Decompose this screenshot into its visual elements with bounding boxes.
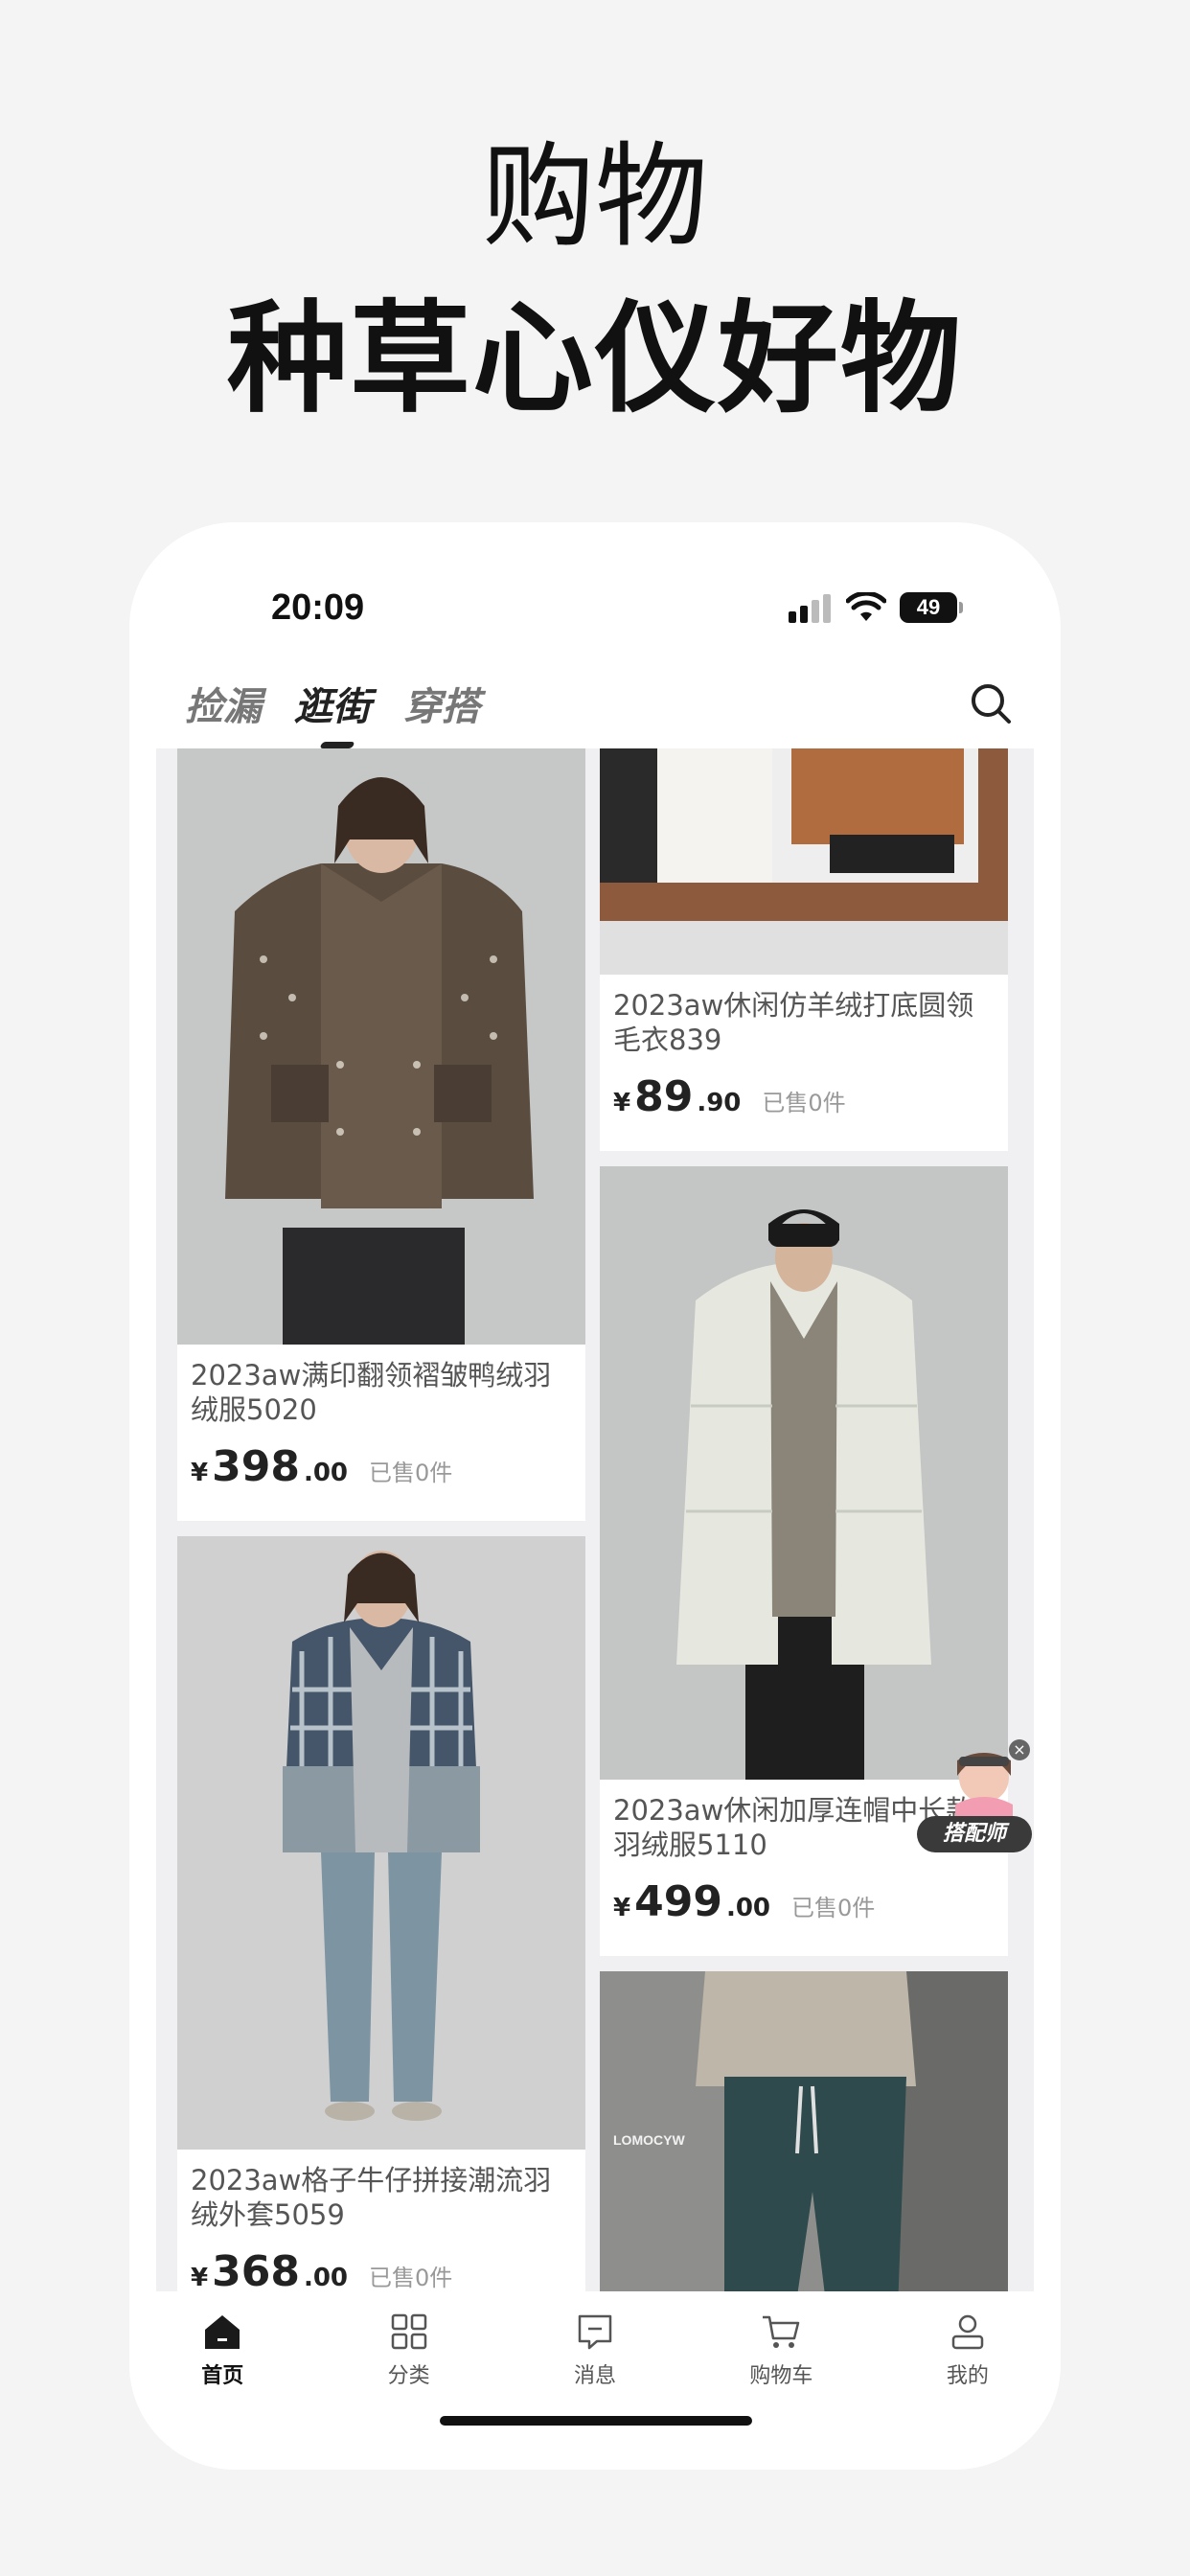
- currency-symbol: ¥: [191, 1459, 209, 1487]
- price-integer: 499: [634, 1877, 722, 1926]
- product-image: [600, 1166, 1008, 1780]
- currency-symbol: ¥: [191, 2264, 209, 2291]
- nav-home[interactable]: 首页: [129, 2291, 315, 2416]
- price-decimal: .90: [697, 1089, 742, 1117]
- grid-icon: [391, 2313, 426, 2350]
- product-card[interactable]: 2023aw满印翻领褶皱鸭绒羽绒服5020 ¥ 398 .00 已售0件: [177, 748, 585, 1521]
- message-icon: [578, 2314, 612, 2350]
- currency-symbol: ¥: [613, 1089, 631, 1117]
- nav-cart-label: 购物车: [749, 2364, 813, 2388]
- phone-screen: 20:09 49 捡漏 逛街 穿搭 2023aw满印翻领褶皱鸭绒羽绒服5020 …: [129, 522, 1061, 2470]
- stylist-badge[interactable]: × 搭配师: [917, 1739, 1032, 1854]
- nav-profile[interactable]: 我的: [875, 2291, 1061, 2416]
- promo-subtitle: 种草心仪好物: [227, 288, 963, 429]
- nav-category[interactable]: 分类: [315, 2291, 501, 2416]
- tab-jianlou[interactable]: 捡漏: [185, 676, 262, 731]
- nav-home-label: 首页: [201, 2364, 244, 2388]
- product-card[interactable]: 2023aw休闲仿羊绒打底圆领毛衣839 ¥ 89 .90 已售0件: [600, 748, 1008, 1151]
- promo-title: 购物: [481, 130, 708, 263]
- sold-count: 已售0件: [762, 1090, 846, 1116]
- nav-profile-label: 我的: [946, 2364, 989, 2388]
- price-decimal: .00: [303, 1459, 349, 1487]
- sold-count: 已售0件: [791, 1895, 876, 1921]
- product-feed[interactable]: 2023aw满印翻领褶皱鸭绒羽绒服5020 ¥ 398 .00 已售0件 202…: [156, 748, 1034, 2291]
- product-price: ¥ 89 .90 已售0件: [600, 1069, 1008, 1151]
- product-image: [600, 748, 1008, 975]
- stylist-label: 搭配师: [917, 1816, 1032, 1852]
- price-decimal: .00: [725, 1894, 771, 1922]
- product-photo-denim-jacket: [177, 1536, 585, 2150]
- nav-messages[interactable]: 消息: [502, 2291, 688, 2416]
- price-decimal: .00: [303, 2264, 349, 2291]
- nav-cart[interactable]: 购物车: [688, 2291, 874, 2416]
- sold-count: 已售0件: [369, 1460, 453, 1486]
- top-tabs: 捡漏 逛街 穿搭: [185, 676, 480, 731]
- product-photo-sweater: [600, 748, 1008, 975]
- tab-chuanda[interactable]: 穿搭: [403, 676, 480, 731]
- product-card[interactable]: LOMOCYW: [600, 1971, 1008, 2291]
- product-photo-puffer-jacket: [177, 748, 585, 1345]
- product-card[interactable]: 2023aw格子牛仔拼接潮流羽绒外套5059 ¥ 368 .00 已售0件: [177, 1536, 585, 2291]
- product-title: 2023aw满印翻领褶皱鸭绒羽绒服5020: [191, 1359, 552, 1426]
- price-integer: 89: [634, 1072, 694, 1121]
- nav-messages-label: 消息: [574, 2364, 617, 2388]
- promo-header: 购物 种草心仪好物: [0, 0, 1190, 498]
- product-photo-sweatpants: [600, 1971, 1008, 2291]
- product-price: ¥ 368 .00 已售0件: [177, 2243, 585, 2291]
- wifi-icon: [846, 592, 886, 621]
- product-title: 2023aw休闲仿羊绒打底圆领毛衣839: [613, 989, 974, 1056]
- battery-icon: 49: [900, 592, 963, 623]
- product-title: 2023aw格子牛仔拼接潮流羽绒外套5059: [191, 2164, 552, 2231]
- product-image: LOMOCYW: [600, 1971, 1008, 2291]
- search-icon[interactable]: [969, 681, 1013, 725]
- product-image: [177, 1536, 585, 2150]
- product-price: ¥ 499 .00 已售0件: [600, 1874, 1008, 1956]
- signal-icon: [789, 594, 831, 623]
- feed-column-left: 2023aw满印翻领褶皱鸭绒羽绒服5020 ¥ 398 .00 已售0件 202…: [177, 748, 585, 2291]
- brand-watermark: LOMOCYW: [613, 2132, 685, 2148]
- home-icon: [205, 2315, 240, 2349]
- close-icon[interactable]: ×: [1009, 1739, 1030, 1760]
- feed-column-right: 2023aw休闲仿羊绒打底圆领毛衣839 ¥ 89 .90 已售0件 2023a…: [600, 748, 1008, 2291]
- product-photo-long-down-coat: [600, 1166, 1008, 1780]
- home-indicator: [440, 2416, 752, 2426]
- price-integer: 368: [212, 2247, 300, 2291]
- user-icon: [951, 2314, 984, 2350]
- nav-category-label: 分类: [387, 2364, 430, 2388]
- bottom-nav: 首页 分类 消息 购物车 我的: [129, 2291, 1061, 2416]
- sold-count: 已售0件: [369, 2265, 453, 2291]
- cart-icon: [763, 2315, 800, 2348]
- tab-guangjie[interactable]: 逛街: [294, 676, 371, 731]
- product-image: [177, 748, 585, 1345]
- currency-symbol: ¥: [613, 1894, 631, 1922]
- status-time: 20:09: [271, 587, 365, 628]
- status-icons: 49: [789, 589, 963, 626]
- product-price: ¥ 398 .00 已售0件: [177, 1438, 585, 1521]
- price-integer: 398: [212, 1442, 300, 1491]
